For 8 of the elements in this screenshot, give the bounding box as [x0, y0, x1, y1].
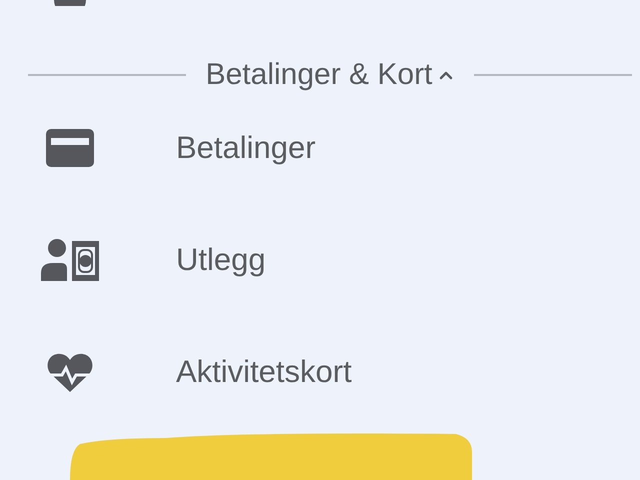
- person-money-icon: [41, 239, 99, 281]
- caret-icon: [438, 69, 454, 81]
- heartbeat-icon: [46, 352, 94, 392]
- menu-item-label[interactable]: Aktivitetskort: [176, 354, 352, 390]
- menu-item-label[interactable]: Betalinger: [176, 130, 316, 166]
- credit-card-icon: [46, 129, 94, 167]
- menu-item-label[interactable]: Utlegg: [176, 242, 266, 278]
- section-toggle[interactable]: Betalinger & Kort: [186, 58, 474, 92]
